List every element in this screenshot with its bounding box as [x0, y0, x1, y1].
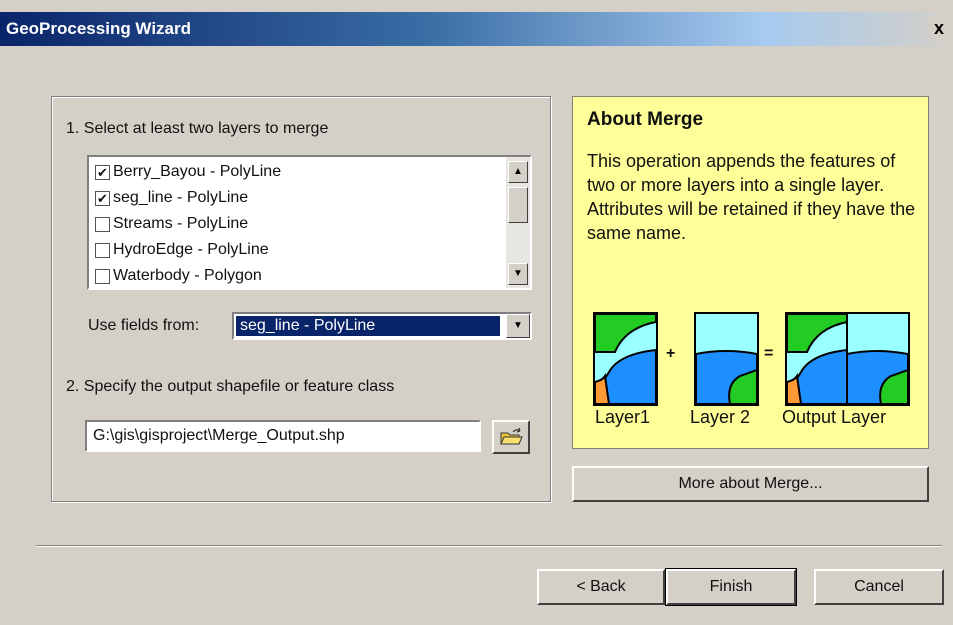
layer-label: Streams - PolyLine: [113, 215, 249, 232]
step1-label: 1. Select at least two layers to merge: [66, 120, 329, 137]
use-fields-label: Use fields from:: [88, 317, 200, 334]
about-title: About Merge: [587, 109, 704, 130]
layer-checkbox-icon[interactable]: [95, 242, 110, 258]
finish-button[interactable]: Finish: [665, 568, 797, 606]
output-layer-image: [785, 312, 910, 406]
about-description: This operation appends the features of t…: [587, 151, 916, 243]
footer-separator: [36, 545, 942, 547]
layer-label: Berry_Bayou - PolyLine: [113, 163, 282, 180]
equals-sign: =: [764, 345, 774, 362]
list-item[interactable]: Waterbody - Polygon: [95, 263, 262, 288]
layer-label: seg_line - PolyLine: [113, 189, 249, 206]
back-button[interactable]: < Back: [537, 569, 665, 605]
layer1-image: [593, 312, 658, 406]
step2-label: 2. Specify the output shapefile or featu…: [66, 378, 395, 395]
layers-scrollbar[interactable]: ▲ ▼: [506, 157, 530, 288]
open-folder-icon: [500, 427, 523, 445]
close-icon[interactable]: x: [929, 18, 949, 38]
list-item[interactable]: ✔ seg_line - PolyLine: [95, 185, 248, 211]
scroll-down-icon[interactable]: ▼: [508, 263, 528, 285]
layer-checkbox-icon[interactable]: [95, 216, 110, 232]
use-fields-selected-value: seg_line - PolyLine: [236, 316, 500, 336]
list-item[interactable]: HydroEdge - PolyLine: [95, 237, 269, 263]
cancel-button[interactable]: Cancel: [814, 569, 944, 605]
chevron-down-icon[interactable]: ▼: [506, 314, 530, 338]
geoprocessing-wizard-window: GeoProcessing Wizard x 1. Select at leas…: [0, 0, 953, 625]
layers-listbox[interactable]: ✔ Berry_Bayou - PolyLine ✔ seg_line - Po…: [87, 155, 532, 290]
layer-checkbox-checked-icon[interactable]: ✔: [95, 190, 110, 206]
use-fields-dropdown[interactable]: seg_line - PolyLine ▼: [232, 312, 532, 340]
layer-checkbox-icon[interactable]: [95, 268, 110, 284]
caption-layer1: Layer1: [595, 407, 651, 427]
output-path-input[interactable]: G:\gis\gisproject\Merge_Output.shp: [85, 420, 481, 452]
scroll-up-icon[interactable]: ▲: [508, 161, 528, 183]
about-merge-panel: About Merge This operation appends the f…: [572, 96, 929, 449]
browse-folder-button[interactable]: [492, 420, 530, 454]
plus-sign: +: [666, 345, 676, 362]
window-title: GeoProcessing Wizard: [6, 19, 192, 38]
list-item[interactable]: ✔ Berry_Bayou - PolyLine: [95, 159, 281, 185]
layer-checkbox-checked-icon[interactable]: ✔: [95, 164, 110, 180]
list-item[interactable]: Streams - PolyLine: [95, 211, 248, 237]
scroll-thumb[interactable]: [508, 187, 528, 223]
title-bar[interactable]: GeoProcessing Wizard x: [0, 12, 953, 46]
layer2-image: [694, 312, 759, 406]
caption-output-layer: Output Layer: [782, 407, 887, 427]
layer-label: Waterbody - Polygon: [113, 267, 262, 284]
more-about-merge-button[interactable]: More about Merge...: [572, 466, 929, 502]
layer-label: HydroEdge - PolyLine: [113, 241, 269, 258]
caption-layer2: Layer 2: [690, 407, 751, 427]
